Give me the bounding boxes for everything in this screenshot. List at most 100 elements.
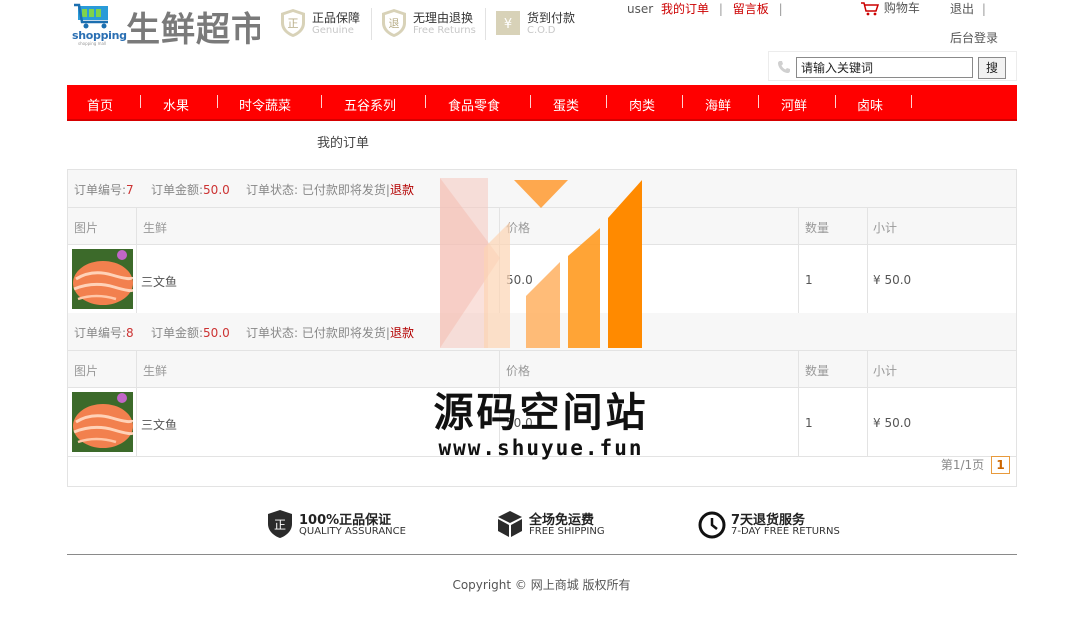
- page-info: 第1/1页: [940, 458, 985, 472]
- grid-line: [798, 351, 799, 456]
- order-number: 8: [126, 326, 134, 340]
- nav-separator: [321, 95, 322, 108]
- svg-text:退: 退: [389, 17, 400, 30]
- order-status-field: 订单状态: 已付款即将发货|退款: [246, 183, 414, 197]
- product-name[interactable]: 三文鱼: [141, 416, 177, 433]
- promo-subtitle: Free Returns: [413, 25, 476, 36]
- cart-label: 购物车: [883, 1, 920, 15]
- product-image[interactable]: [72, 249, 133, 309]
- link-separator: |: [718, 2, 723, 16]
- product-qty: 1: [805, 416, 813, 430]
- link-separator: |: [981, 2, 986, 16]
- col-qty: 数量: [805, 221, 830, 235]
- nav-separator: [606, 95, 607, 108]
- promo-subtitle: C.O.D: [527, 25, 556, 36]
- service-quality: 正 100%正品保证 QUALITY ASSURANCE: [266, 508, 416, 540]
- nav-separator: [911, 95, 912, 108]
- admin-login-link[interactable]: 后台登录: [950, 29, 998, 46]
- refund-link[interactable]: 退款: [390, 326, 414, 340]
- nav-item-snacks[interactable]: 食品零食: [448, 95, 500, 114]
- col-product: 生鲜: [143, 221, 168, 235]
- watermark-url: www.shuyue.fun: [438, 436, 644, 460]
- nav-item-meat[interactable]: 肉类: [629, 95, 655, 114]
- quality-shield-icon: 正: [268, 510, 292, 538]
- nav-separator: [140, 95, 141, 108]
- clock-icon: [698, 511, 726, 539]
- order-number-field: 订单编号:8: [74, 326, 134, 340]
- site-title[interactable]: 生鲜超市: [126, 2, 260, 46]
- grid-line: [867, 208, 868, 313]
- promo-divider: [485, 8, 486, 40]
- col-subtotal: 小计: [873, 364, 898, 378]
- search-bar: 搜: [768, 51, 1017, 81]
- nav-separator: [835, 95, 836, 108]
- service-shipping: 全场免运费 FREE SHIPPING: [496, 508, 616, 540]
- col-price: 价格: [506, 364, 531, 378]
- nav-item-vegetables[interactable]: 时令蔬菜: [239, 95, 291, 114]
- product-qty: 1: [805, 273, 813, 287]
- watermark-title: 源码空间站: [433, 390, 649, 436]
- nav-item-braised[interactable]: 卤味: [857, 95, 883, 114]
- cart-icon: [861, 1, 880, 15]
- cod-icon: ¥: [496, 11, 520, 35]
- product-name[interactable]: 三文鱼: [141, 273, 177, 290]
- grid-line: [867, 351, 868, 456]
- my-orders-link[interactable]: 我的订单: [661, 0, 709, 17]
- main-nav: 首页 水果 时令蔬菜 五谷系列 食品零食 蛋类 肉类 海鲜 河鲜 卤味: [67, 85, 1017, 121]
- salmon-image-icon: [72, 392, 133, 452]
- order-amount-field: 订单金额:50.0: [151, 326, 230, 340]
- copyright-text: Copyright © 网上商城 版权所有: [452, 578, 631, 592]
- logout-group: 退出 |: [950, 0, 992, 17]
- genuine-shield-icon: 正: [281, 9, 305, 37]
- watermark-logo-icon: [440, 178, 642, 348]
- order-status: 已付款即将发货: [301, 326, 386, 340]
- promo-divider: [371, 8, 372, 40]
- salmon-image-icon: [72, 249, 133, 309]
- promo-title: 无理由退换: [413, 11, 474, 25]
- search-input[interactable]: [796, 57, 973, 78]
- product-image[interactable]: [72, 392, 133, 452]
- site-logo[interactable]: shopping shopping mall: [72, 3, 127, 46]
- promo-title: 货到付款: [527, 11, 576, 25]
- link-separator: |: [778, 2, 783, 16]
- nav-separator: [425, 95, 426, 108]
- promo-cod: ¥ 货到付款 C.O.D: [495, 6, 585, 42]
- grid-line: [136, 351, 137, 456]
- phone-icon: [778, 61, 790, 73]
- nav-separator: [530, 95, 531, 108]
- guestbook-link[interactable]: 留言板: [733, 0, 769, 17]
- order-number: 7: [126, 183, 134, 197]
- nav-item-home[interactable]: 首页: [87, 95, 113, 114]
- logo-subtext: shopping mall: [78, 41, 107, 46]
- order-number-field: 订单编号:7: [74, 183, 134, 197]
- nav-item-eggs[interactable]: 蛋类: [553, 95, 579, 114]
- order-amount: 50.0: [203, 183, 230, 197]
- pagination: 第1/1页 1: [941, 456, 1010, 474]
- grid-line: [798, 208, 799, 313]
- nav-item-grains[interactable]: 五谷系列: [344, 95, 396, 114]
- nav-separator: [758, 95, 759, 108]
- col-subtotal: 小计: [873, 221, 898, 235]
- search-button[interactable]: 搜: [978, 57, 1006, 79]
- order-amount: 50.0: [203, 326, 230, 340]
- page-number-button[interactable]: 1: [991, 456, 1010, 474]
- returns-shield-icon: 退: [382, 9, 406, 37]
- box-icon: [498, 511, 522, 537]
- service-subtitle: FREE SHIPPING: [529, 526, 605, 537]
- col-product: 生鲜: [143, 364, 168, 378]
- nav-item-river-fish[interactable]: 河鲜: [781, 95, 807, 114]
- promo-returns: 退 无理由退换 Free Returns: [381, 6, 485, 42]
- grid-line: [136, 208, 137, 313]
- svg-text:正: 正: [288, 17, 299, 30]
- product-subtotal: ¥ 50.0: [873, 273, 912, 287]
- cart-link[interactable]: 购物车: [860, 0, 920, 16]
- svg-text:正: 正: [274, 518, 286, 532]
- username: user: [627, 2, 654, 16]
- logout-link[interactable]: 退出: [950, 2, 974, 16]
- nav-item-seafood[interactable]: 海鲜: [705, 95, 731, 114]
- nav-item-fruit[interactable]: 水果: [163, 95, 189, 114]
- refund-link[interactable]: 退款: [390, 183, 414, 197]
- promo-subtitle: Genuine: [312, 25, 354, 36]
- page-title: 我的订单: [317, 136, 370, 151]
- col-image: 图片: [74, 364, 99, 378]
